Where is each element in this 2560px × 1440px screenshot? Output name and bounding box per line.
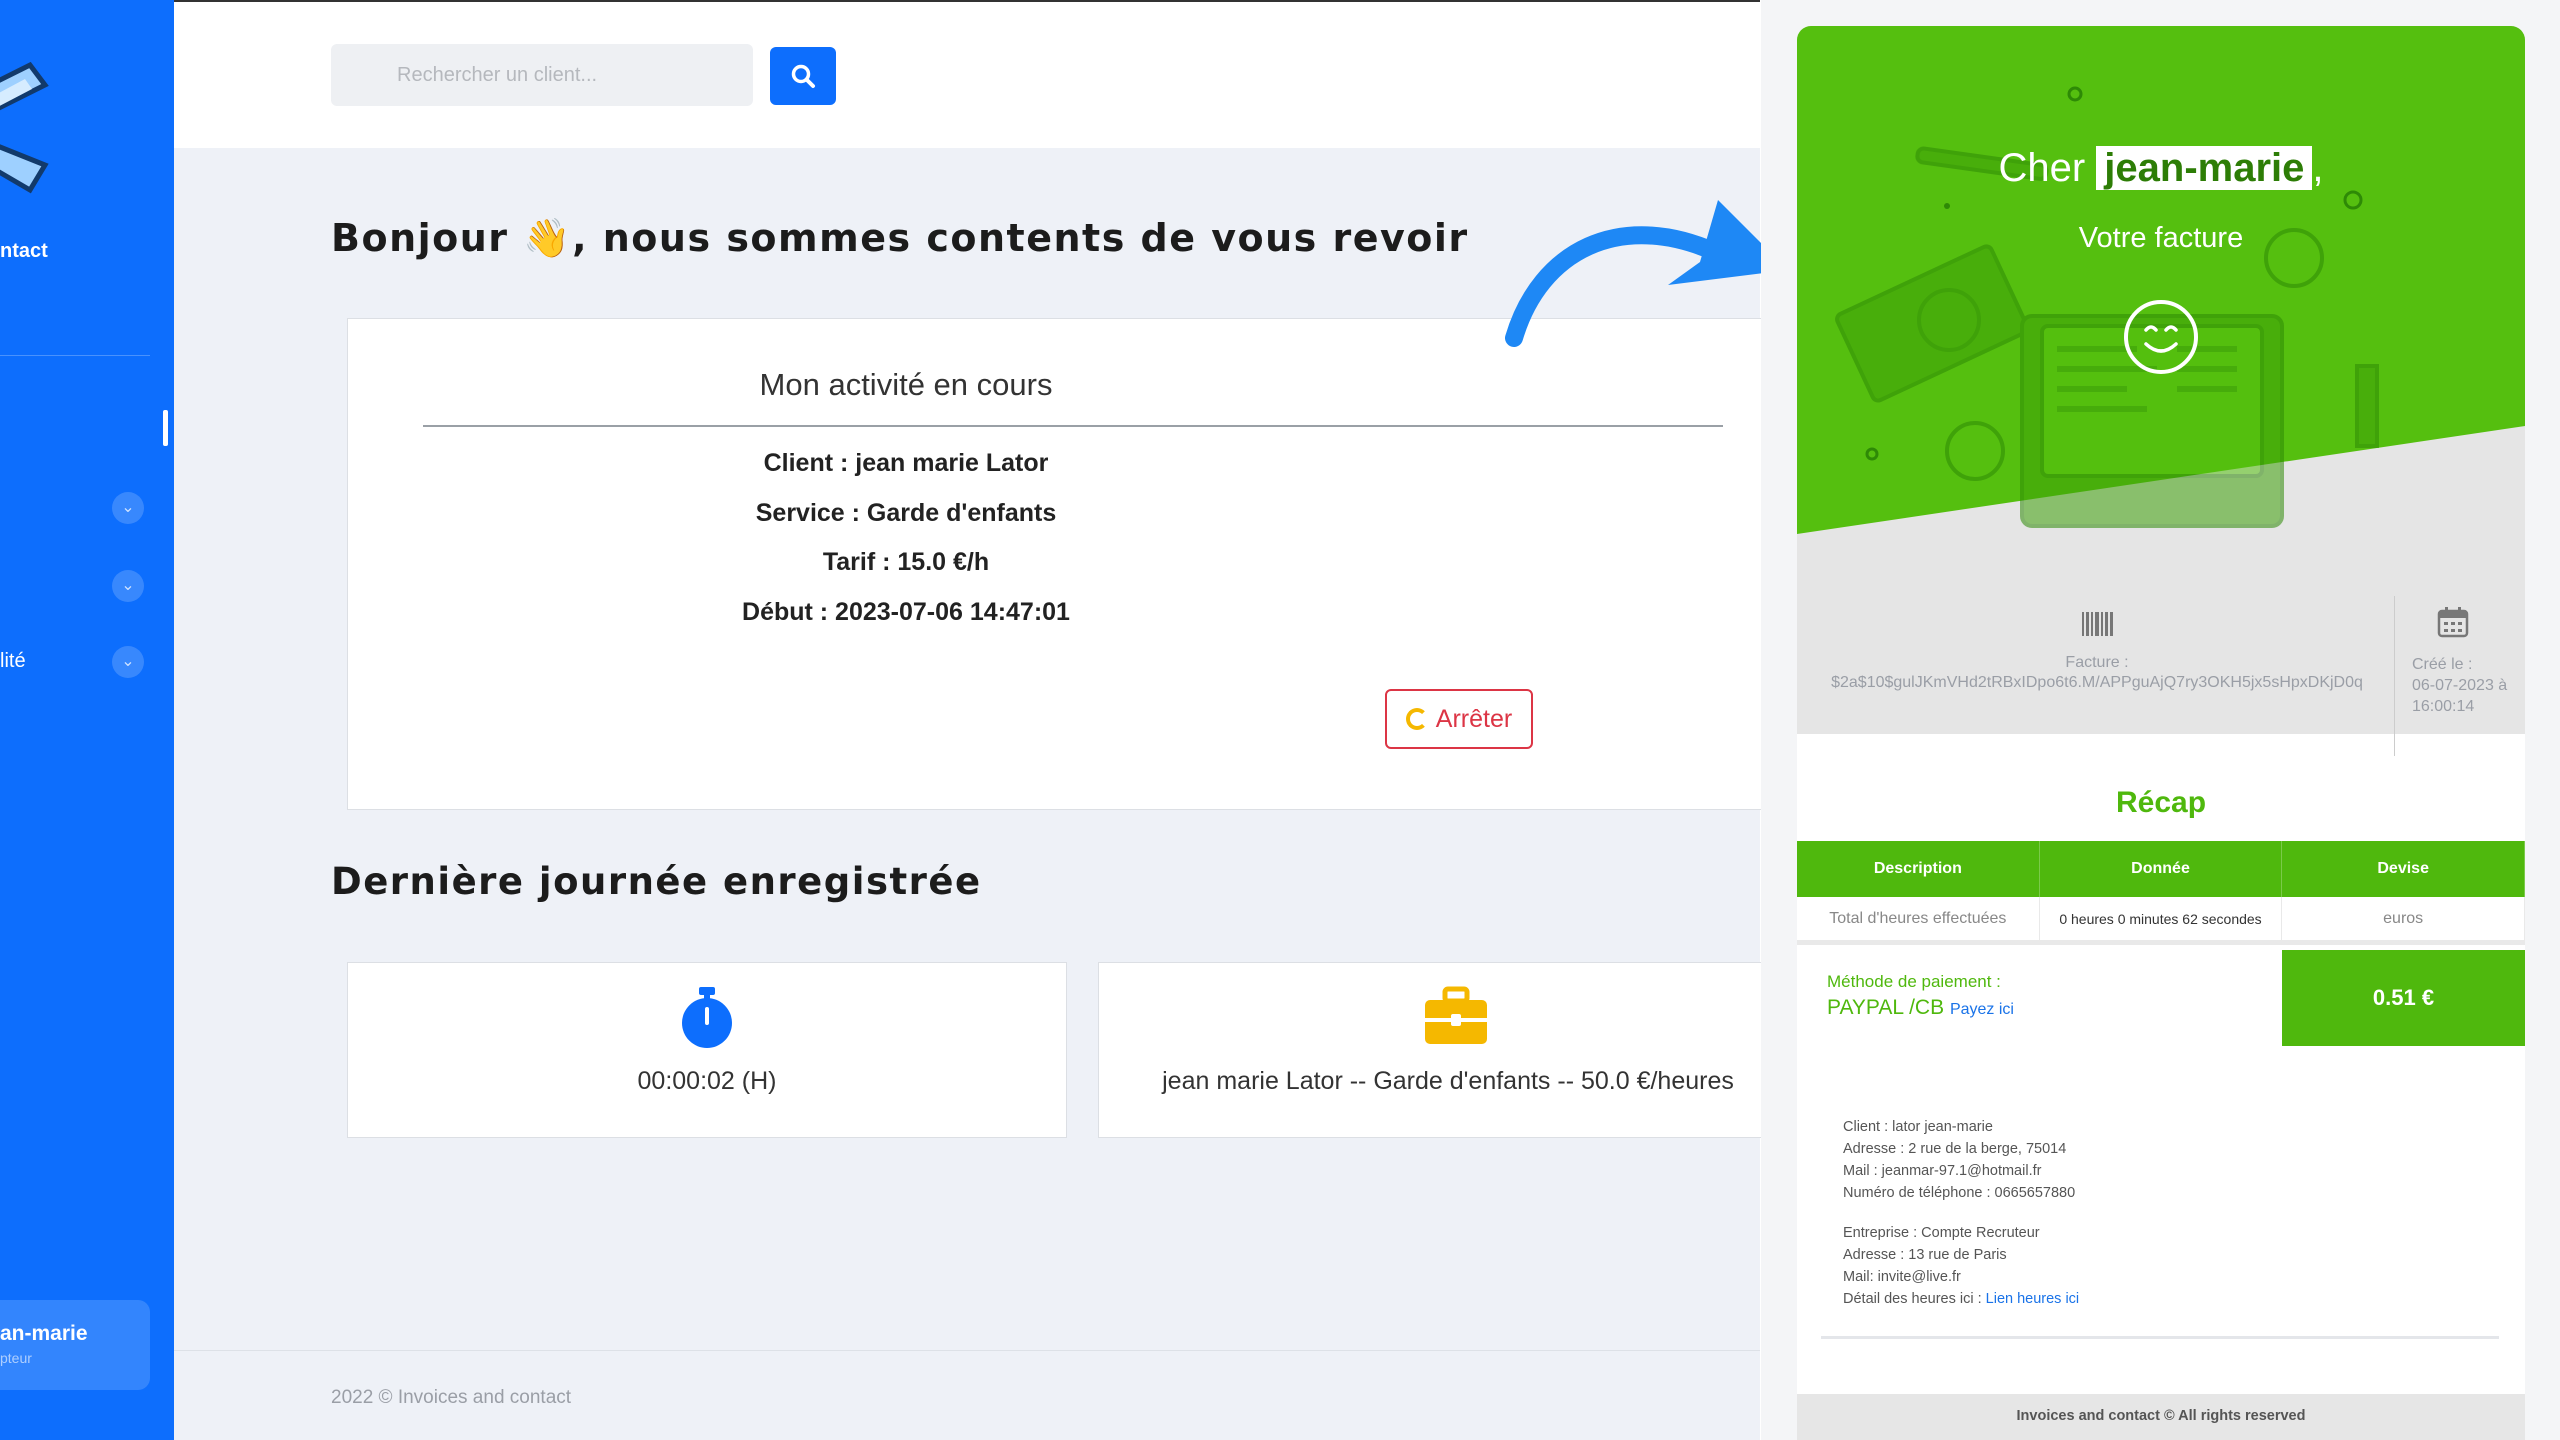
calendar-icon [2437, 607, 2469, 638]
table-header: Description Donnée Devise [1797, 841, 2525, 897]
stopwatch-icon [682, 987, 732, 1048]
column-header: Devise [2282, 841, 2525, 897]
app-logo-icon [0, 61, 49, 194]
sidebar-item-label: lité [0, 650, 26, 672]
hours-link[interactable]: Lien heures ici [1986, 1291, 2080, 1307]
created-value: 06-07-2023 à 16:00:14 [2412, 677, 2508, 715]
table-cell: euros [2282, 897, 2525, 940]
sidebar-divider [0, 355, 150, 356]
invoice-preview-panel: Cher jean-marie, Votre facture Facture :… [1761, 0, 2560, 1440]
footer-text: 2022 © Invoices and contact [331, 1387, 572, 1408]
recipient-name: jean-marie [2096, 146, 2313, 190]
sidebar-item-3[interactable]: lité ⌄ [0, 642, 150, 682]
summary-value: jean marie Lator -- Garde d'enfants -- 5… [1162, 1067, 1734, 1095]
search-input[interactable] [331, 44, 753, 106]
recap-heading: Récap [2115, 786, 2207, 819]
payment-method-value: PAYPAL /CB Payez ici [1827, 996, 2014, 1020]
spinner-icon [1405, 708, 1428, 730]
invoice-details: Client : lator jean-marie Adresse : 2 ru… [1843, 1116, 2079, 1310]
sidebar-item-2[interactable]: ⌄ [0, 566, 150, 606]
client-address: Adresse : 2 rue de la berge, 75014 [1843, 1141, 2067, 1157]
table-cell: Total d'heures effectuées [1797, 897, 2040, 940]
divider [1821, 1336, 2499, 1339]
greeting-comma: , [2312, 146, 2324, 190]
chevron-down-icon[interactable]: ⌄ [112, 492, 144, 524]
smiley-icon [2124, 300, 2198, 374]
company-address: Adresse : 13 rue de Paris [1843, 1247, 2007, 1263]
invoice-info-row: Facture : $2a$10$gulJKmVHd2tRBxIDpo6t6.M… [1797, 560, 2525, 760]
stop-label: Arrêter [1435, 704, 1513, 733]
invoice-footer: Invoices and contact © All rights reserv… [1797, 1394, 2525, 1440]
payment-method: Méthode de paiement : PAYPAL /CB Payez i… [1827, 972, 2014, 1020]
activity-tarif: Tarif : 15.0 €/h [822, 548, 990, 576]
duration-card: 00:00:02 (H) [347, 962, 1067, 1138]
duration-value: 00:00:02 (H) [637, 1067, 777, 1095]
greeting-heading: Bonjour 👋, nous sommes contents de vous … [331, 216, 1469, 260]
activity-start: Début : 2023-07-06 14:47:01 [742, 598, 1070, 626]
table-row: Total d'heures effectuées 0 heures 0 min… [1797, 897, 2525, 945]
company-mail: Mail: invite@live.fr [1843, 1269, 1961, 1285]
client-name: Client : lator jean-marie [1843, 1119, 1993, 1135]
user-role: pteur [0, 1350, 32, 1366]
sidebar-scrollbar[interactable] [163, 410, 168, 446]
last-day-heading: Dernière journée enregistrée [331, 860, 982, 903]
created-date: Créé le : 06-07-2023 à 16:00:14 [2412, 654, 2512, 717]
chevron-down-icon[interactable]: ⌄ [112, 646, 144, 678]
sidebar: ntact ⌄ ⌄ lité ⌄ an-marie pteur [0, 0, 174, 1440]
hours-label: Détail des heures ici : [1843, 1291, 1982, 1307]
hours-detail: Détail des heures ici : Lien heures ici [1843, 1288, 2079, 1310]
column-header: Donnée [2040, 841, 2283, 897]
briefcase-icon [1425, 986, 1487, 1044]
invoice-email: Cher jean-marie, Votre facture Facture :… [1797, 26, 2525, 1440]
sidebar-item-1[interactable]: ⌄ [0, 488, 150, 528]
divider [2394, 596, 2395, 756]
greeting-line: Cher jean-marie, [1797, 146, 2525, 191]
client-phone: Numéro de téléphone : 0665657880 [1843, 1185, 2076, 1201]
user-profile-card[interactable]: an-marie pteur [0, 1300, 150, 1390]
barcode-icon [2082, 612, 2113, 636]
amount-total: 0.51 € [2282, 950, 2525, 1046]
client-mail: Mail : jeanmar-97.1@hotmail.fr [1843, 1163, 2042, 1179]
activity-service: Service : Garde d'enfants [755, 499, 1057, 527]
activity-title: Mon activité en cours [759, 367, 1053, 402]
user-name: an-marie [0, 1322, 88, 1345]
page-footer: 2022 © Invoices and contact [174, 1350, 1760, 1440]
pay-here-link[interactable]: Payez ici [1950, 1001, 2014, 1018]
created-label: Créé le : [2412, 656, 2473, 673]
payment-label: Méthode de paiement : [1827, 972, 2001, 991]
activity-client: Client : jean marie Lator [763, 449, 1049, 477]
column-header: Description [1797, 841, 2040, 897]
arrow-icon [1505, 200, 1788, 347]
payment-method-name: PAYPAL /CB [1827, 996, 1945, 1019]
top-bar [174, 0, 1760, 148]
invoice-id-label: Facture : [2065, 654, 2129, 671]
invoice-id-value: $2a$10$gulJKmVHd2tRBxIDpo6t6.M/APPguAjQ7… [1831, 674, 2363, 691]
sidebar-item-contact[interactable]: ntact [0, 240, 48, 263]
invoice-subtitle: Votre facture [2078, 222, 2244, 254]
chevron-down-icon[interactable]: ⌄ [112, 570, 144, 602]
table-cell: 0 heures 0 minutes 62 secondes [2040, 897, 2283, 940]
greeting-cher: Cher [1998, 146, 2086, 190]
stop-button[interactable]: Arrêter [1385, 689, 1533, 749]
divider [423, 425, 1723, 427]
current-activity-card: Mon activité en cours Client : jean mari… [347, 318, 1797, 810]
summary-card: jean marie Lator -- Garde d'enfants -- 5… [1098, 962, 1798, 1138]
search-button[interactable] [770, 47, 836, 105]
search-icon [791, 64, 815, 88]
company-name: Entreprise : Compte Recruteur [1843, 1225, 2040, 1241]
